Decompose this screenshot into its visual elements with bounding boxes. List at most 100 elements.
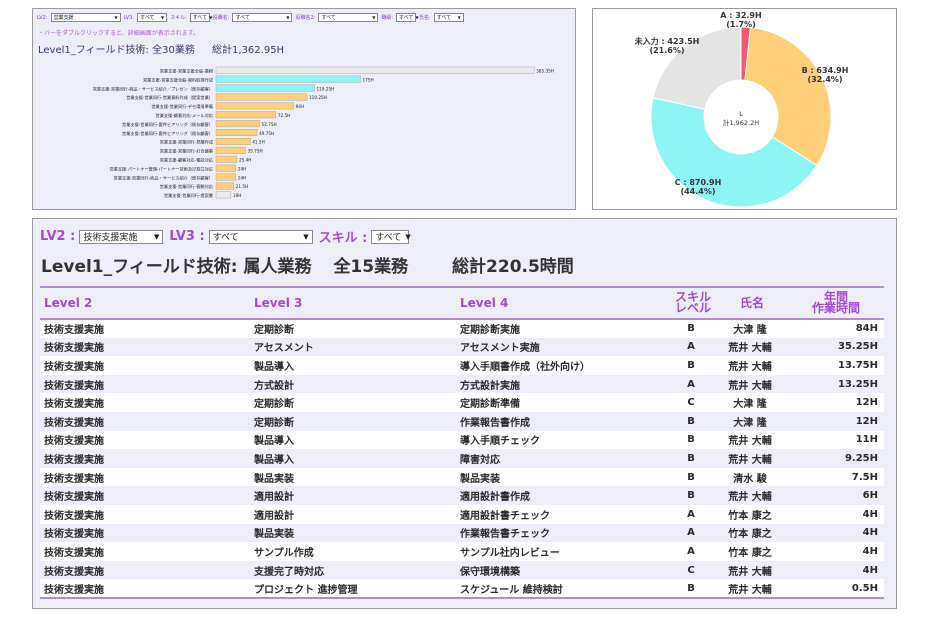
bar[interactable]: [215, 84, 315, 92]
mini-filter-value: すべて: [436, 15, 452, 21]
bar[interactable]: [215, 111, 277, 119]
cell-level4: アセスメント実施: [456, 337, 666, 357]
cell-level4: サンプル社内レビュー: [456, 542, 666, 561]
bar[interactable]: [215, 146, 246, 154]
cell-level3: 製品実装: [250, 467, 456, 487]
cell-level2: 技術支援実施: [40, 560, 250, 580]
bar[interactable]: [215, 102, 294, 110]
cell-skill: A: [666, 337, 716, 357]
cell-skill: A: [666, 542, 716, 561]
cell-level3: 適用設計: [250, 504, 456, 524]
donut-slice[interactable]: [744, 26, 832, 167]
donut-slice-label: 未入力 : 423.5H: [634, 36, 700, 46]
skill-label: スキル :: [318, 231, 368, 246]
cell-level3: 製品実装: [250, 523, 456, 543]
bar[interactable]: [215, 129, 258, 137]
table-row[interactable]: 技術支援実施 製品導入 障害対応 B 荒井 大輔 9.25H: [40, 449, 884, 468]
cell-name: 荒井 大輔: [716, 356, 784, 375]
skill-select-value: すべて: [375, 233, 402, 243]
mini-filter-select[interactable]: すべて ▼: [137, 13, 168, 22]
bar[interactable]: [215, 155, 238, 163]
mini-filter-select[interactable]: すべて ▼: [318, 13, 379, 22]
chevron-down-icon: ▼: [286, 15, 290, 20]
cell-name: 大津 隆: [716, 411, 784, 431]
cell-name: 竹本 康之: [716, 504, 784, 524]
bar-category-label: 営業支援-営業支援全般-資料取得作成: [143, 76, 213, 83]
table-row[interactable]: 技術支援実施 プロジェクト 進捗管理 スケジュール 維持検討 B 荒井 大輔 0.5H: [40, 579, 884, 599]
col-header-name[interactable]: 氏名: [716, 286, 784, 320]
cell-skill: C: [666, 560, 716, 580]
table-row[interactable]: 技術支援実施 適用設計 適用設計書チェック A 竹本 康之 4H: [40, 504, 884, 524]
mini-filter-bar: LV2: 営業支援 ▼ LV3: すべて ▼ スキル: すべて ▼ 役職名: すべて ▼ 役職名2: すべ…: [37, 12, 464, 23]
table-row[interactable]: 技術支援実施 製品実装 製品実装 B 清水 駿 7.5H: [40, 467, 884, 487]
cell-level4: 定期診断準備: [456, 393, 666, 412]
table-row[interactable]: 技術支援実施 定期診断 定期診断準備 C 大津 隆 12H: [40, 393, 884, 412]
bar[interactable]: [215, 191, 232, 199]
cell-hours: 84H: [784, 319, 884, 338]
bar[interactable]: [215, 93, 308, 101]
bar-category-label: 営業支援-営業同行-要件ヒアリング（既存顧客）: [122, 121, 213, 128]
lv2-select[interactable]: 技術支援実施 ▼: [79, 229, 164, 244]
donut-slice-label: C : 870.9H: [675, 178, 722, 187]
table-row[interactable]: 技術支援実施 製品実装 作業報告書チェック A 竹本 康之 4H: [40, 523, 884, 543]
bar-category-label: 営業支援-パートナー管理-パートナー技術及び窓口対応: [109, 165, 213, 172]
bar[interactable]: [215, 66, 535, 74]
bar[interactable]: [215, 120, 260, 128]
lv3-select[interactable]: すべて ▼: [208, 229, 313, 244]
bar-value-label: 49.75H: [259, 131, 274, 136]
cell-skill: B: [666, 449, 716, 468]
bar[interactable]: [215, 173, 237, 181]
cell-skill: B: [666, 430, 716, 450]
col-header-skill-line2: レベル: [674, 301, 711, 315]
table-row[interactable]: 技術支援実施 定期診断 作業報告書作成 B 大津 隆 12H: [40, 411, 884, 431]
mini-filter-select[interactable]: すべて ▼: [232, 13, 293, 22]
donut-chart-panel: A : 32.9H (1.7%) B : 634.9H (32.4%) C : 870.…: [592, 8, 897, 210]
col-header-hours[interactable]: 年間 作業時間: [784, 286, 884, 320]
table-row[interactable]: 技術支援実施 方式設計 方式設計実施 A 荒井 大輔 13.25H: [40, 374, 884, 394]
cell-level2: 技術支援実施: [40, 430, 250, 450]
col-header-hours-line2: 作業時間: [811, 301, 860, 315]
bar[interactable]: [215, 164, 237, 172]
cell-hours: 6H: [784, 486, 884, 505]
table-row[interactable]: 技術支援実施 適用設計 適用設計書作成 B 荒井 大輔 6H: [40, 486, 884, 505]
table-row[interactable]: 技術支援実施 製品導入 導入手順書作成（社外向け） B 荒井 大輔 13.75H: [40, 356, 884, 375]
cell-level2: 技術支援実施: [40, 411, 250, 431]
mini-filter-select[interactable]: すべて ▼: [433, 13, 464, 22]
table-row[interactable]: 技術支援実施 定期診断 定期診断実施 B 大津 隆 84H: [40, 319, 884, 338]
bar-value-label: 94H: [296, 104, 304, 109]
bar[interactable]: [215, 137, 251, 145]
table-row[interactable]: 技術支援実施 アセスメント アセスメント実施 A 荒井 大輔 35.25H: [40, 337, 884, 357]
mini-filter-select[interactable]: 営業支援 ▼: [50, 13, 121, 22]
cell-level4: 障害対応: [456, 449, 666, 468]
col-header-skill[interactable]: スキル レベル: [666, 286, 716, 320]
cell-level4: 導入手順チェック: [456, 430, 666, 450]
table-task-count: 全15業務: [333, 257, 409, 277]
table-row[interactable]: 技術支援実施 製品導入 導入手順チェック B 荒井 大輔 11H: [40, 430, 884, 450]
col-header-level3[interactable]: Level 3: [250, 286, 456, 320]
bar[interactable]: [215, 75, 361, 83]
bar-category-label: 営業支援-営業同行-要件ヒアリング（既存顧客）: [122, 130, 213, 137]
cell-name: 荒井 大輔: [716, 449, 784, 468]
cell-skill: B: [666, 356, 716, 375]
col-header-level4[interactable]: Level 4: [456, 286, 666, 320]
cell-level3: 定期診断: [250, 411, 456, 431]
bar-category-label: 営業支援-営業同行-商品・サービス紹介／プレゼン（既存顧客）: [93, 85, 213, 92]
table-row[interactable]: 技術支援実施 サンプル作成 サンプル社内レビュー A 竹本 康之 4H: [40, 542, 884, 561]
table-title: Level1_フィールド技術: 属人業務 全15業務 総計220.5時間: [41, 252, 574, 277]
horizontal-bar-chart: 営業支援-営業支援全般-業務 385.35H 営業支援-営業支援全般-資料取得作成 1…: [93, 66, 554, 199]
skill-select[interactable]: すべて ▼: [371, 229, 411, 244]
mini-filter-select[interactable]: すべて ▼: [189, 13, 212, 22]
table-row[interactable]: 技術支援実施 支援完了時対応 保守環境構築 C 荒井 大輔 4H: [40, 560, 884, 580]
cell-level3: 適用設計: [250, 486, 456, 505]
cell-name: 清水 駿: [716, 467, 784, 487]
mini-filter-value: すべて: [140, 15, 155, 21]
bar-value-label: 110.25H: [309, 95, 327, 100]
bar-chart-total: 総計1,362.95H: [212, 45, 285, 56]
bar[interactable]: [215, 182, 234, 190]
cell-level3: 製品導入: [250, 356, 456, 375]
col-header-level2[interactable]: Level 2: [40, 286, 250, 320]
mini-filter-select[interactable]: すべて ▼: [396, 13, 419, 22]
chevron-down-icon: ▼: [303, 232, 309, 241]
bar-value-label: 175H: [362, 77, 373, 82]
cell-hours: 12H: [784, 393, 884, 412]
